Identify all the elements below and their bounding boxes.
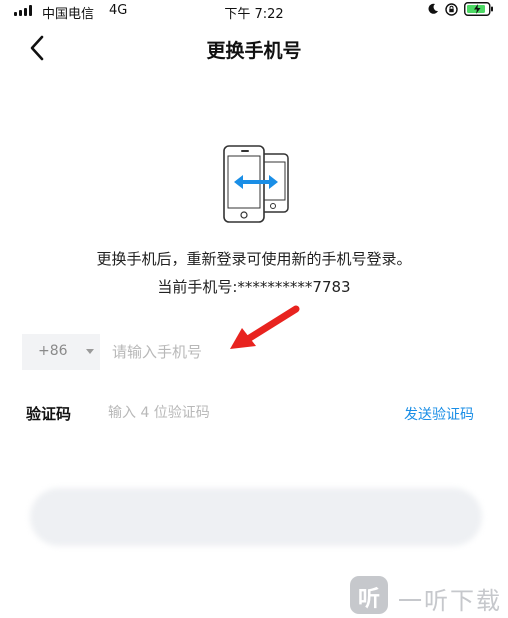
moon-icon — [428, 3, 438, 14]
verification-code-label: 验证码 — [26, 405, 72, 423]
battery-icon — [464, 2, 493, 16]
submit-button[interactable] — [30, 488, 482, 546]
country-code-value: +86 — [38, 343, 68, 359]
status-bar: 中国电信 4G 下午 7:22 — [0, 0, 508, 22]
verification-code-input[interactable] — [108, 398, 368, 428]
watermark-logo-char: 听 — [357, 587, 380, 612]
red-arrow-icon — [230, 305, 300, 349]
change-phone-description: 更换手机后，重新登录可使用新的手机号登录。 — [96, 250, 412, 268]
phone-swap-icon — [223, 145, 289, 223]
rotation-lock-icon — [445, 2, 458, 16]
status-indicators — [427, 2, 494, 16]
watermark-logo-icon: 听 — [350, 576, 388, 614]
country-code-select[interactable]: +86 — [22, 334, 100, 370]
caret-down-icon — [86, 349, 94, 354]
nav-bar: 更换手机号 — [0, 28, 508, 68]
watermark-text: 一听下载 — [398, 587, 502, 615]
current-phone-number: 当前手机号:**********7783 — [157, 278, 351, 296]
send-code-button[interactable]: 发送验证码 — [404, 404, 474, 424]
page-title: 更换手机号 — [206, 40, 302, 62]
